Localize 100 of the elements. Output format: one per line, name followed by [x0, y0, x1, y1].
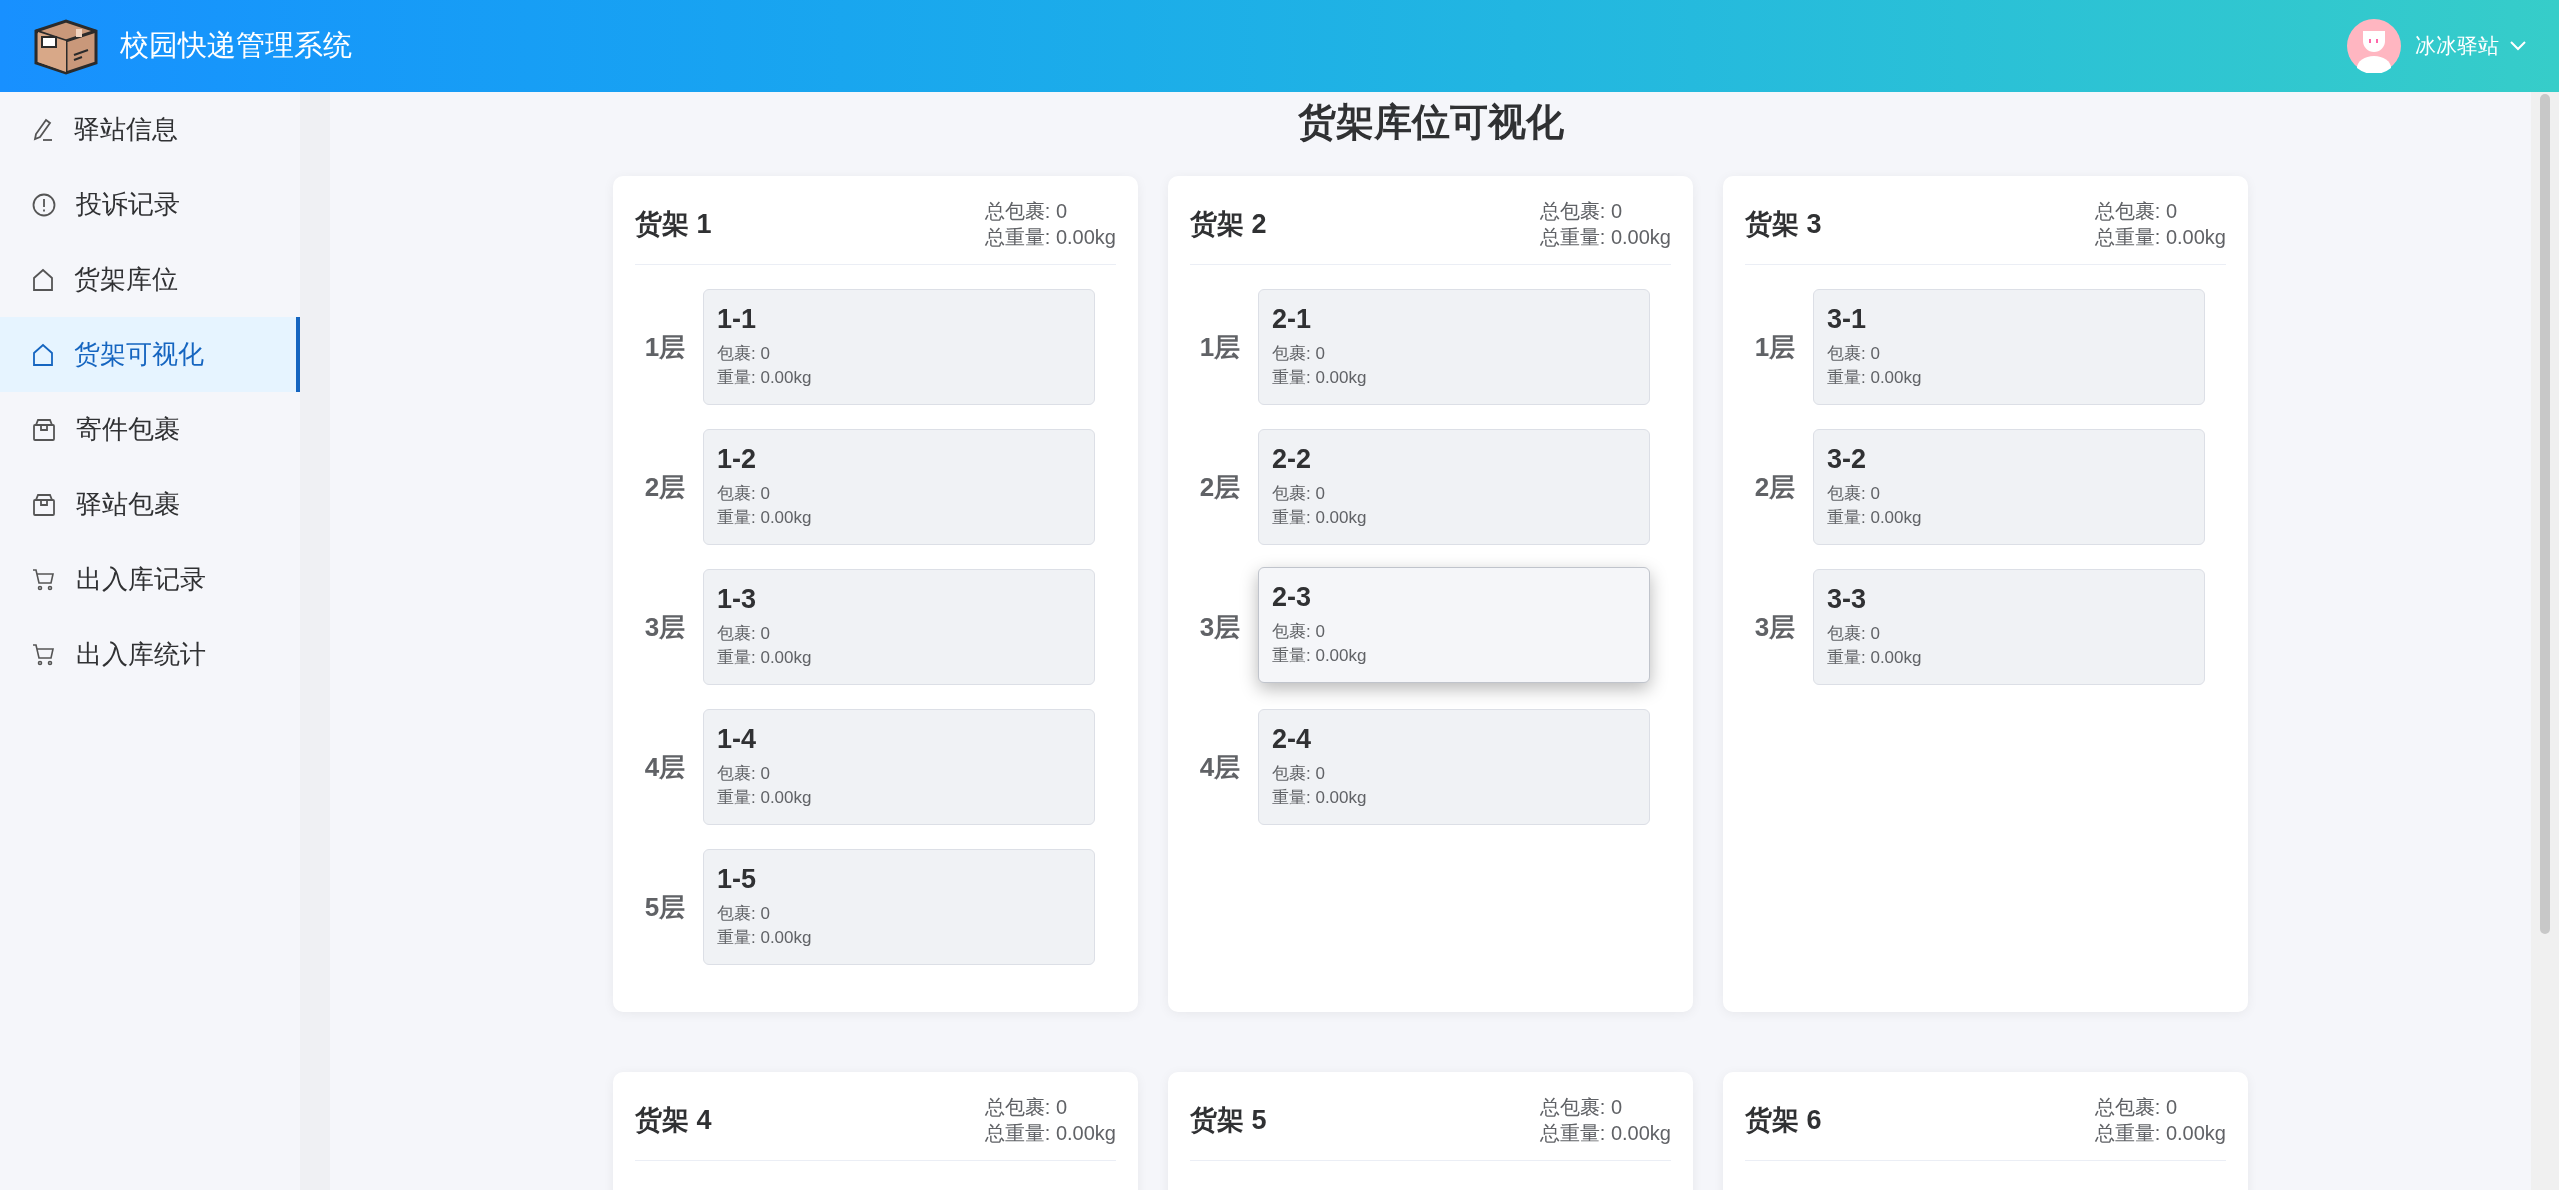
total-parcels: 总包裹: 0 [2094, 1095, 2179, 1120]
shelf-title: 货架 6 [1745, 1103, 1822, 1137]
storage-slot[interactable]: 3-1 包裹: 0 重量: 0.00kg [1813, 289, 2205, 405]
slot-parcels: 包裹: 0 [717, 903, 771, 925]
storage-slot[interactable]: 3-2 包裹: 0 重量: 0.00kg [1813, 429, 2205, 545]
slot-weight: 重量: 0.00kg [1272, 787, 1368, 809]
slot-parcels: 包裹: 0 [1272, 621, 1326, 643]
app-title: 校园快递管理系统 [120, 28, 352, 64]
slot-code: 3-3 [1827, 583, 1868, 616]
total-weight: 总重量: 0.00kg [984, 1121, 1116, 1146]
slot-code: 1-3 [717, 583, 758, 616]
sidebar-item[interactable]: 出入库统计 [0, 617, 300, 692]
slot-code: 2-4 [1272, 723, 1313, 756]
shelf-title: 货架 4 [635, 1103, 712, 1137]
package-icon [32, 492, 56, 517]
slot-weight: 重量: 0.00kg [1272, 645, 1368, 667]
storage-slot[interactable]: 1-3 包裹: 0 重量: 0.00kg [703, 569, 1095, 685]
total-weight: 总重量: 0.00kg [2094, 225, 2226, 250]
package-icon [32, 417, 56, 442]
cart-icon [32, 642, 56, 667]
slot-code: 1-1 [717, 303, 758, 336]
sidebar-item[interactable]: 寄件包裹 [0, 392, 300, 467]
slot-parcels: 包裹: 0 [717, 343, 771, 365]
slot-weight: 重量: 0.00kg [1272, 367, 1368, 389]
slot-code: 3-1 [1827, 303, 1868, 336]
sidebar-item[interactable]: 投诉记录 [0, 167, 300, 242]
slot-code: 3-2 [1827, 443, 1868, 476]
slot-weight: 重量: 0.00kg [717, 507, 813, 529]
chevron-down-icon [2509, 40, 2527, 52]
slot-weight: 重量: 0.00kg [717, 927, 813, 949]
box-logo-icon [32, 17, 100, 75]
scrollbar[interactable] [2531, 92, 2559, 1190]
slot-parcels: 包裹: 0 [1272, 483, 1326, 505]
slot-weight: 重量: 0.00kg [1272, 507, 1368, 529]
slot-weight: 重量: 0.00kg [717, 787, 813, 809]
alert-circle-icon [32, 192, 56, 217]
slot-parcels: 包裹: 0 [1827, 623, 1881, 645]
floor-label: 3层 [1753, 610, 1797, 644]
slot-code: 2-3 [1272, 581, 1313, 614]
house-icon [32, 267, 54, 292]
total-weight: 总重量: 0.00kg [984, 225, 1116, 250]
sidebar-item[interactable]: 驿站包裹 [0, 467, 300, 542]
shelf-title: 货架 1 [635, 207, 712, 241]
sidebar-item[interactable]: 出入库记录 [0, 542, 300, 617]
slot-parcels: 包裹: 0 [717, 623, 771, 645]
avatar-icon [2347, 19, 2401, 73]
floor-label: 4层 [1198, 750, 1242, 784]
floor-label: 1层 [1198, 330, 1242, 364]
slot-code: 2-1 [1272, 303, 1313, 336]
floor-label: 1层 [643, 330, 687, 364]
slot-parcels: 包裹: 0 [1827, 483, 1881, 505]
floor-label: 3层 [1198, 610, 1242, 644]
storage-slot[interactable]: 1-2 包裹: 0 重量: 0.00kg [703, 429, 1095, 545]
floor-label: 2层 [1753, 470, 1797, 504]
slot-code: 1-4 [717, 723, 758, 756]
cart-icon [32, 567, 56, 592]
storage-slot[interactable]: 1-1 包裹: 0 重量: 0.00kg [703, 289, 1095, 405]
slot-weight: 重量: 0.00kg [1827, 367, 1923, 389]
shelf-title: 货架 5 [1190, 1103, 1267, 1137]
slot-weight: 重量: 0.00kg [717, 367, 813, 389]
slot-weight: 重量: 0.00kg [1827, 507, 1923, 529]
floor-label: 1层 [1753, 330, 1797, 364]
storage-slot[interactable]: 3-3 包裹: 0 重量: 0.00kg [1813, 569, 2205, 685]
shelf-title: 货架 3 [1745, 207, 1822, 241]
floor-label: 5层 [643, 890, 687, 924]
slot-code: 1-2 [717, 443, 758, 476]
slot-code: 2-2 [1272, 443, 1313, 476]
total-weight: 总重量: 0.00kg [1539, 1121, 1671, 1146]
slot-parcels: 包裹: 0 [717, 483, 771, 505]
storage-slot[interactable]: 2-3 包裹: 0 重量: 0.00kg [1258, 567, 1650, 683]
slot-parcels: 包裹: 0 [717, 763, 771, 785]
shelf-title: 货架 2 [1190, 207, 1267, 241]
total-parcels: 总包裹: 0 [984, 1095, 1069, 1120]
floor-label: 3层 [643, 610, 687, 644]
storage-slot[interactable]: 2-2 包裹: 0 重量: 0.00kg [1258, 429, 1650, 545]
sidebar-item[interactable]: 货架可视化 [0, 317, 300, 392]
storage-slot[interactable]: 1-5 包裹: 0 重量: 0.00kg [703, 849, 1095, 965]
total-parcels: 总包裹: 0 [2094, 199, 2179, 224]
floor-label: 4层 [643, 750, 687, 784]
slot-weight: 重量: 0.00kg [1827, 647, 1923, 669]
slot-parcels: 包裹: 0 [1827, 343, 1881, 365]
storage-slot[interactable]: 2-1 包裹: 0 重量: 0.00kg [1258, 289, 1650, 405]
sidebar-item[interactable]: 货架库位 [0, 242, 300, 317]
total-parcels: 总包裹: 0 [1539, 1095, 1624, 1120]
total-weight: 总重量: 0.00kg [1539, 225, 1671, 250]
pencil-icon [32, 117, 54, 142]
page-title: 货架库位可视化 [1297, 100, 1564, 145]
total-weight: 总重量: 0.00kg [2094, 1121, 2226, 1146]
slot-weight: 重量: 0.00kg [717, 647, 813, 669]
house-icon [32, 342, 54, 367]
storage-slot[interactable]: 1-4 包裹: 0 重量: 0.00kg [703, 709, 1095, 825]
floor-label: 2层 [643, 470, 687, 504]
sidebar-item[interactable]: 驿站信息 [0, 92, 300, 167]
floor-label: 2层 [1198, 470, 1242, 504]
slot-code: 1-5 [717, 863, 758, 896]
slot-parcels: 包裹: 0 [1272, 343, 1326, 365]
total-parcels: 总包裹: 0 [984, 199, 1069, 224]
storage-slot[interactable]: 2-4 包裹: 0 重量: 0.00kg [1258, 709, 1650, 825]
slot-parcels: 包裹: 0 [1272, 763, 1326, 785]
total-parcels: 总包裹: 0 [1539, 199, 1624, 224]
